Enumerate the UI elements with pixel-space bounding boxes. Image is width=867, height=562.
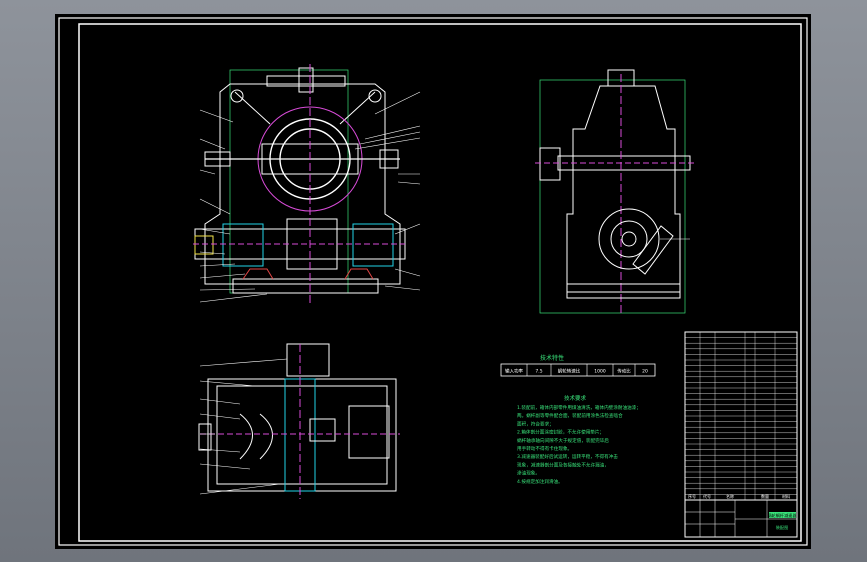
- drawing-name: 蜗轮蜗杆减速器: [767, 512, 797, 519]
- model-space-background: [55, 14, 811, 549]
- requirement-line: 1.装配前，箱体内部零件用煤油清洗，箱体内壁涂耐油油漆；: [517, 404, 641, 411]
- requirement-line: 蜗杆轴承轴向间隙不大于规定值，装配完毕后: [517, 437, 609, 444]
- params-cell: 传动比: [617, 368, 631, 375]
- requirement-line: 现象，减速器剖分面及各接触处不允许漏油，: [517, 461, 609, 468]
- cad-viewport[interactable]: 技术特性 输入功率 7.5 蜗轮转速比 1000 传动比 20 技术要求 1.装配前，箱体…: [55, 14, 811, 549]
- requirements-title: 技术要求: [564, 394, 587, 402]
- bom-header-cell: 数量: [761, 493, 769, 499]
- requirement-line: 3.减速器装配好后试运转，运转平稳，不得有冲击: [517, 453, 618, 460]
- bom-header-cell: 序号: [688, 493, 696, 499]
- requirement-line: 用手转动不得有卡住现象。: [517, 445, 572, 452]
- requirement-line: 4.按规定加注润滑油。: [517, 478, 563, 485]
- params-cell: 输入功率: [505, 368, 523, 375]
- requirement-line: 面积，符合要求；: [517, 420, 554, 427]
- drawing-number: 装配图: [776, 524, 789, 531]
- bom-header-cell: 名称: [726, 493, 734, 499]
- params-cell: 1000: [594, 369, 606, 375]
- params-cell: 7.5: [535, 369, 542, 375]
- params-cell: 蜗轮转速比: [558, 368, 581, 375]
- bom-header-cell: 代号: [703, 493, 711, 499]
- params-cell: 20: [642, 369, 648, 375]
- params-title: 技术特性: [540, 354, 564, 362]
- assembly-drawing: 技术特性 输入功率 7.5 蜗轮转速比 1000 传动比 20 技术要求 1.装配前，箱体…: [55, 14, 811, 549]
- requirement-line: 两。蜗杆副等零件配合面，装配前用涂色法检查啮合: [517, 412, 623, 419]
- requirement-line: 2.箱体剖分面涂密封胶，不允许使用垫片；: [517, 429, 604, 436]
- bom-header-cell: 材料: [782, 493, 790, 499]
- requirement-line: 渗油现象。: [517, 470, 540, 477]
